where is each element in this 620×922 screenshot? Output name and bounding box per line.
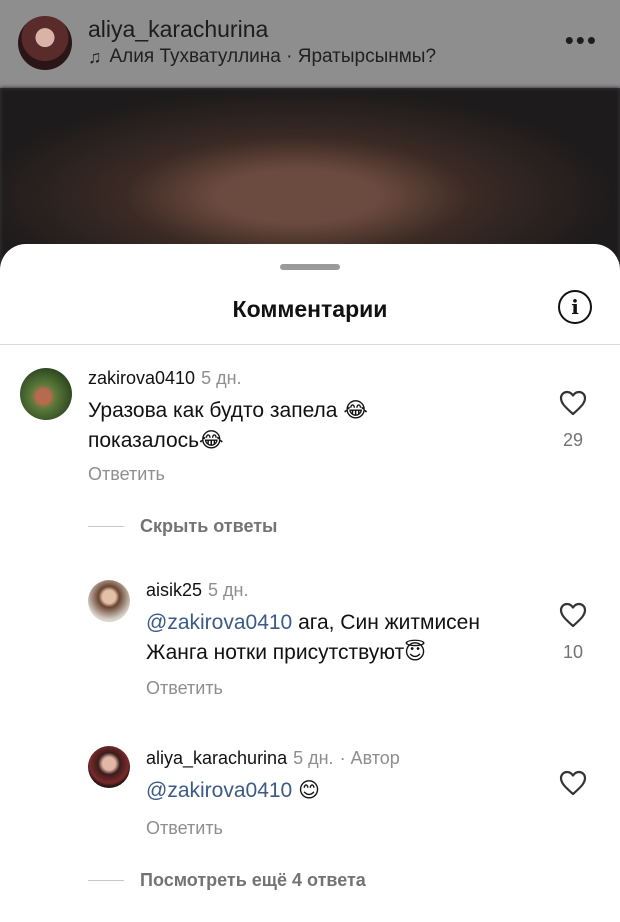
hide-replies-button[interactable]: Скрыть ответы [88,516,277,537]
mention-link[interactable]: @zakirova0410 [146,611,292,634]
post-header: aliya_karachurina ♫ Алия Тухватуллина · … [0,0,620,88]
comment-text: Уразова как будто запела 😂 показалось😂 [88,399,368,452]
reply-meta: aliya_karachurina 5 дн. · Автор [146,748,400,769]
heart-icon [559,390,587,416]
reply-time: 5 дн. [293,748,334,768]
reply-username[interactable]: aisik25 [146,580,202,600]
reply-button[interactable]: Ответить [88,464,165,485]
reply-time: 5 дн. [208,580,249,600]
heart-icon [559,770,587,796]
sheet-title: Комментарии [232,296,388,322]
sheet-drag-handle[interactable] [280,264,340,270]
hide-replies-label: Скрыть ответы [140,516,278,536]
comment-time: 5 дн. [201,368,242,388]
music-note-icon: ♫ [88,46,102,67]
view-more-replies-button[interactable]: Посмотреть ещё 4 ответа [88,870,366,891]
reply-body: 😊 [292,779,320,802]
thread-divider [88,880,124,881]
heart-icon [559,602,587,628]
like-count: 10 [562,642,584,662]
author-badge: · Автор [339,748,400,768]
comment-username[interactable]: zakirova0410 [88,368,195,388]
reply-meta: aisik25 5 дн. [146,580,249,601]
avatar[interactable] [88,580,130,622]
like-button[interactable] [553,770,593,796]
video-preview [0,88,620,268]
like-count: 29 [562,430,584,450]
avatar[interactable] [88,746,130,788]
comments-sheet: Комментарии i zakirova0410 5 дн. Уразова … [0,244,620,922]
reply-text: @zakirova0410 😊 [146,776,546,806]
avatar[interactable] [20,368,72,420]
reply-text: @zakirova0410 ага, Син житмисен Жанга но… [146,608,546,668]
music-track-label: Алия Тухватуллина · Яратырсынмы? [109,46,437,67]
comment-meta: zakirova0410 5 дн. [88,368,242,389]
divider [0,344,620,345]
music-track[interactable]: ♫ Алия Тухватуллина · Яратырсынмы? [88,46,436,68]
reply-button[interactable]: Ответить [146,678,223,699]
thread-divider [88,526,124,527]
more-options-icon[interactable]: ••• [565,27,598,53]
reply-button[interactable]: Ответить [146,818,223,839]
mention-link[interactable]: @zakirova0410 [146,779,292,802]
avatar[interactable] [18,16,72,70]
reply-username[interactable]: aliya_karachurina [146,748,287,768]
like-button[interactable]: 29 [553,390,593,451]
like-button[interactable]: 10 [553,602,593,663]
info-icon[interactable]: i [558,290,592,324]
view-more-replies-label: Посмотреть ещё 4 ответа [140,870,366,890]
post-author-username[interactable]: aliya_karachurina [88,16,268,43]
